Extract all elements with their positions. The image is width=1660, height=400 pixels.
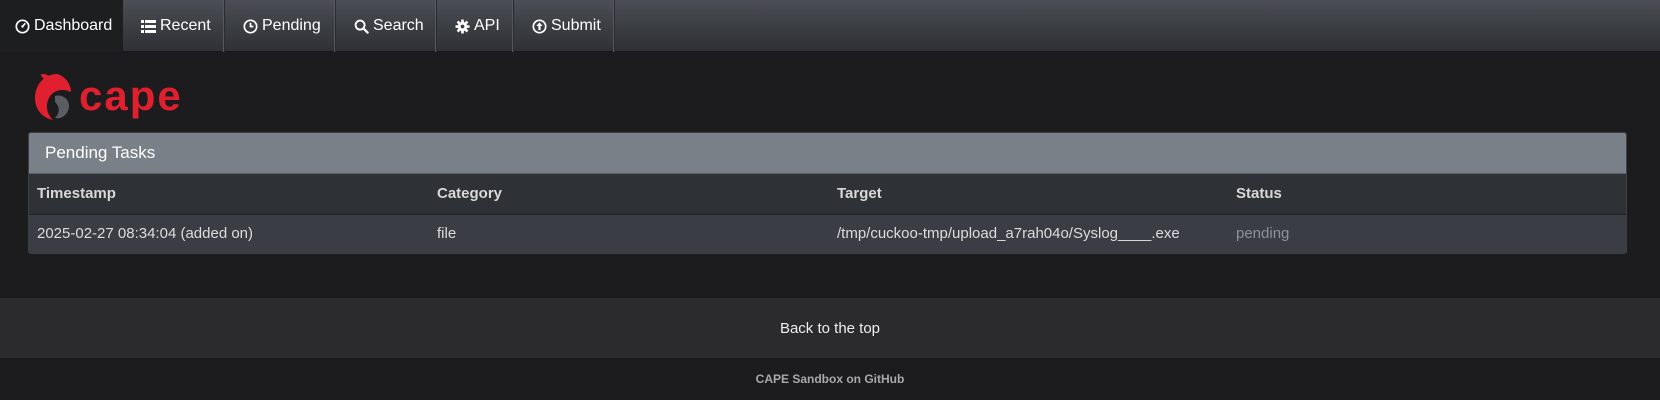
clock-icon [241, 17, 259, 35]
nav-dashboard[interactable]: Dashboard [0, 0, 123, 52]
nav-recent[interactable]: Recent [123, 0, 225, 52]
top-navbar: Dashboard Recent Pending Search API Subm… [0, 0, 1660, 52]
column-header-status[interactable]: Status [1228, 174, 1626, 215]
cell-timestamp: 2025-02-27 08:34:04 (added on) [29, 214, 429, 253]
column-header-category[interactable]: Category [429, 174, 829, 215]
dashboard-icon [13, 17, 31, 35]
nav-submit[interactable]: Submit [514, 0, 615, 52]
column-header-target[interactable]: Target [829, 174, 1228, 215]
cape-logo[interactable]: cape [33, 72, 213, 124]
panel-title: Pending Tasks [29, 133, 1626, 174]
logo-wordmark: cape [79, 72, 183, 119]
list-icon [139, 17, 157, 35]
nav-label: Search [373, 17, 424, 34]
footer: CAPE Sandbox on GitHub [0, 358, 1660, 400]
pending-tasks-table: Timestamp Category Target Status 2025-02… [29, 174, 1626, 253]
back-to-top-link[interactable]: Back to the top [0, 298, 1660, 358]
cell-status: pending [1228, 214, 1626, 253]
table-row[interactable]: 2025-02-27 08:34:04 (added on) file /tmp… [29, 214, 1626, 253]
pending-tasks-panel: Pending Tasks Timestamp Category Target … [28, 132, 1627, 254]
column-header-timestamp[interactable]: Timestamp [29, 174, 429, 215]
cell-target: /tmp/cuckoo-tmp/upload_a7rah04o/Syslog__… [829, 214, 1228, 253]
nav-api[interactable]: API [437, 0, 514, 52]
github-link[interactable]: CAPE Sandbox on GitHub [756, 372, 905, 386]
nav-label: API [474, 17, 500, 34]
upload-circle-icon [530, 17, 548, 35]
gear-icon [453, 17, 471, 35]
table-header-row: Timestamp Category Target Status [29, 174, 1626, 215]
nav-label: Recent [160, 17, 211, 34]
cell-category: file [429, 214, 829, 253]
nav-label: Pending [262, 17, 321, 34]
nav-label: Dashboard [34, 17, 113, 34]
nav-search[interactable]: Search [336, 0, 437, 52]
nav-pending[interactable]: Pending [225, 0, 336, 52]
search-icon [352, 17, 370, 35]
nav-label: Submit [551, 17, 601, 34]
